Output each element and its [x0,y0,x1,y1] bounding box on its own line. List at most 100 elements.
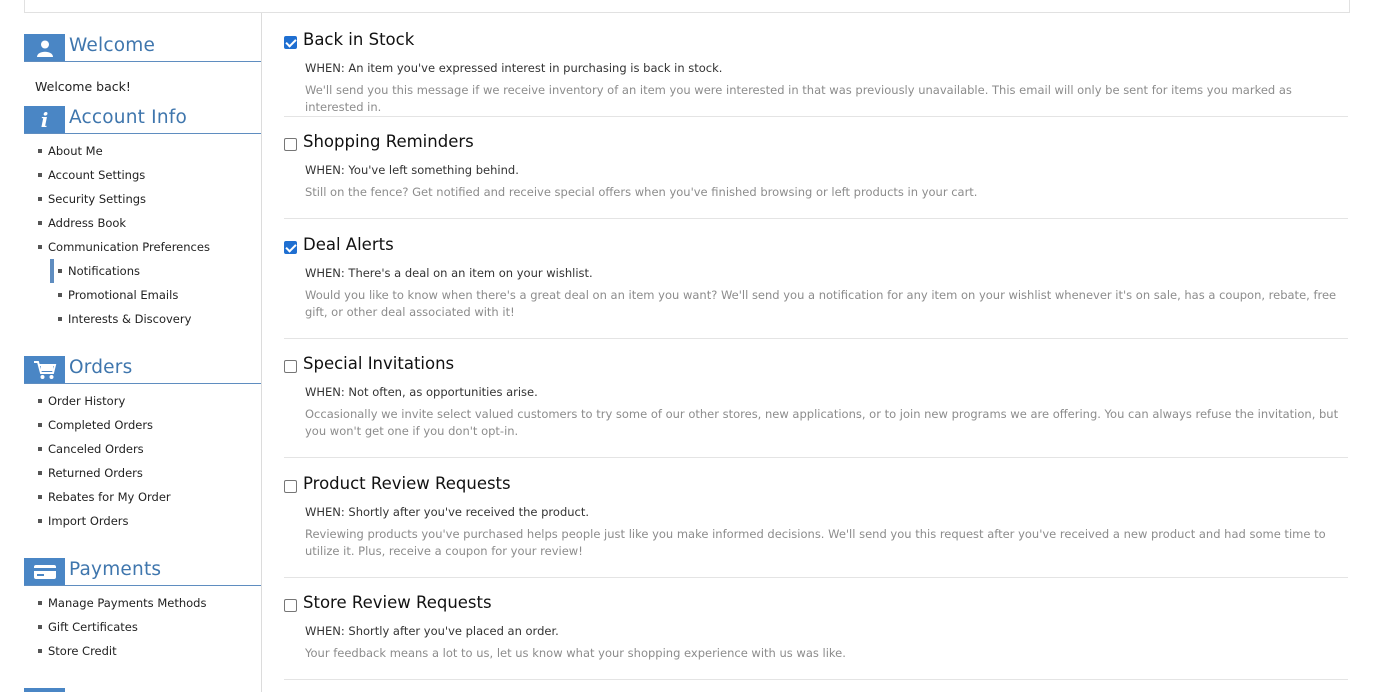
orders-nav: Order History Completed Orders Canceled … [38,389,171,533]
pref-title[interactable]: Shopping Reminders [303,132,474,151]
pref-title[interactable]: Back in Stock [303,30,414,49]
orders-title: Orders [69,357,133,378]
sidebar-item-security-settings[interactable]: Security Settings [38,187,210,211]
welcome-message: Welcome back! [35,79,131,94]
pref-description: Your feedback means a lot to us, let us … [305,646,846,660]
sidebar-item-communication-preferences[interactable]: Communication Preferences [38,235,210,259]
back-in-stock-checkbox[interactable] [284,36,297,49]
payments-section-header: Payments [24,558,261,586]
bullet-icon [38,601,42,605]
bullet-icon [38,197,42,201]
bullet-icon [38,447,42,451]
sidebar-item-label: Rebates for My Order [48,490,171,504]
user-icon [24,34,65,61]
welcome-title: Welcome [69,35,156,56]
account-sidebar: Welcome Welcome back! i Account Info Abo… [0,13,262,692]
communication-preferences-subnav: Notifications Promotional Emails Interes… [50,259,210,331]
sidebar-item-account-settings[interactable]: Account Settings [38,163,210,187]
special-invitations-checkbox[interactable] [284,360,297,373]
sidebar-item-gift-certificates[interactable]: Gift Certificates [38,615,206,639]
pref-when: WHEN: Shortly after you've placed an ord… [305,624,559,638]
pref-back-in-stock: Back in Stock WHEN: An item you've expre… [284,13,1348,117]
pref-title[interactable]: Store Review Requests [303,593,492,612]
sidebar-item-rebates[interactable]: Rebates for My Order [38,485,171,509]
sidebar-item-about-me[interactable]: About Me [38,139,210,163]
pref-deal-alerts: Deal Alerts WHEN: There's a deal on an i… [284,219,1348,339]
payments-nav: Manage Payments Methods Gift Certificate… [38,591,206,663]
sidebar-item-interests-discovery[interactable]: Interests & Discovery [58,307,210,331]
pref-store-review-requests: Store Review Requests WHEN: Shortly afte… [284,578,1348,680]
bullet-icon [38,649,42,653]
pref-shopping-reminders: Shopping Reminders WHEN: You've left som… [284,117,1348,219]
sidebar-item-label: Security Settings [48,192,147,206]
sidebar-item-returned-orders[interactable]: Returned Orders [38,461,171,485]
pref-description: Would you like to know when there's a gr… [305,288,1337,319]
bullet-icon [38,221,42,225]
pref-description: We'll send you this message if we receiv… [305,83,1292,114]
store-review-requests-checkbox[interactable] [284,599,297,612]
pref-title[interactable]: Product Review Requests [303,474,511,493]
sidebar-item-promotional-emails[interactable]: Promotional Emails [58,283,210,307]
sidebar-item-completed-orders[interactable]: Completed Orders [38,413,171,437]
pref-when: WHEN: Not often, as opportunities arise. [305,385,538,399]
pref-description: Still on the fence? Get notified and rec… [305,185,978,199]
pref-description: Occasionally we invite select valued cus… [305,407,1339,438]
bullet-icon [38,519,42,523]
sidebar-item-label: Import Orders [48,514,129,528]
bullet-icon [38,245,42,249]
bullet-icon [38,399,42,403]
top-panel-frame [24,0,1350,13]
pref-when: WHEN: You've left something behind. [305,163,519,177]
pref-title[interactable]: Deal Alerts [303,235,394,254]
sidebar-item-label: Interests & Discovery [68,312,192,326]
bullet-icon [38,625,42,629]
pref-product-review-requests: Product Review Requests WHEN: Shortly af… [284,458,1348,578]
sidebar-item-label: Completed Orders [48,418,154,432]
sidebar-item-label: Manage Payments Methods [48,596,207,610]
shopping-reminders-checkbox[interactable] [284,138,297,151]
sidebar-item-canceled-orders[interactable]: Canceled Orders [38,437,171,461]
deal-alerts-checkbox[interactable] [284,241,297,254]
sidebar-item-label: Promotional Emails [68,288,179,302]
sidebar-item-manage-payment-methods[interactable]: Manage Payments Methods [38,591,206,615]
sidebar-item-label: Gift Certificates [48,620,138,634]
pref-when: WHEN: An item you've expressed interest … [305,61,723,75]
sidebar-item-label: Notifications [68,264,140,278]
sidebar-item-import-orders[interactable]: Import Orders [38,509,171,533]
pref-title[interactable]: Special Invitations [303,354,454,373]
sidebar-item-store-credit[interactable]: Store Credit [38,639,206,663]
sidebar-item-notifications[interactable]: Notifications [50,259,210,283]
welcome-section-header: Welcome [24,34,261,62]
bullet-icon [38,471,42,475]
sidebar-item-label: Communication Preferences [48,240,210,254]
orders-section-header: Orders [24,356,261,384]
sidebar-item-label: Canceled Orders [48,442,144,456]
account-info-section-header: i Account Info [24,106,261,134]
bullet-icon [38,173,42,177]
cart-icon [24,356,65,383]
product-review-requests-checkbox[interactable] [284,480,297,493]
sidebar-item-label: About Me [48,144,103,158]
sidebar-item-label: Account Settings [48,168,146,182]
payments-title: Payments [69,559,162,580]
pref-when: WHEN: Shortly after you've received the … [305,505,590,519]
bullet-icon [38,149,42,153]
pref-when: WHEN: There's a deal on an item on your … [305,266,593,280]
bullet-icon [38,423,42,427]
account-info-title: Account Info [69,107,187,128]
bullet-icon [58,317,62,321]
bullet-icon [58,269,62,273]
account-info-nav: About Me Account Settings Security Setti… [38,139,210,331]
info-icon: i [24,106,65,133]
pref-description: Reviewing products you've purchased help… [305,527,1326,558]
bullet-icon [38,495,42,499]
sidebar-item-label: Returned Orders [48,466,143,480]
sidebar-item-order-history[interactable]: Order History [38,389,171,413]
next-section-icon [24,688,65,692]
sidebar-item-label: Address Book [48,216,127,230]
bullet-icon [58,293,62,297]
sidebar-item-address-book[interactable]: Address Book [38,211,210,235]
pref-special-invitations: Special Invitations WHEN: Not often, as … [284,339,1348,458]
credit-card-icon [24,558,65,585]
sidebar-item-label: Order History [48,394,126,408]
